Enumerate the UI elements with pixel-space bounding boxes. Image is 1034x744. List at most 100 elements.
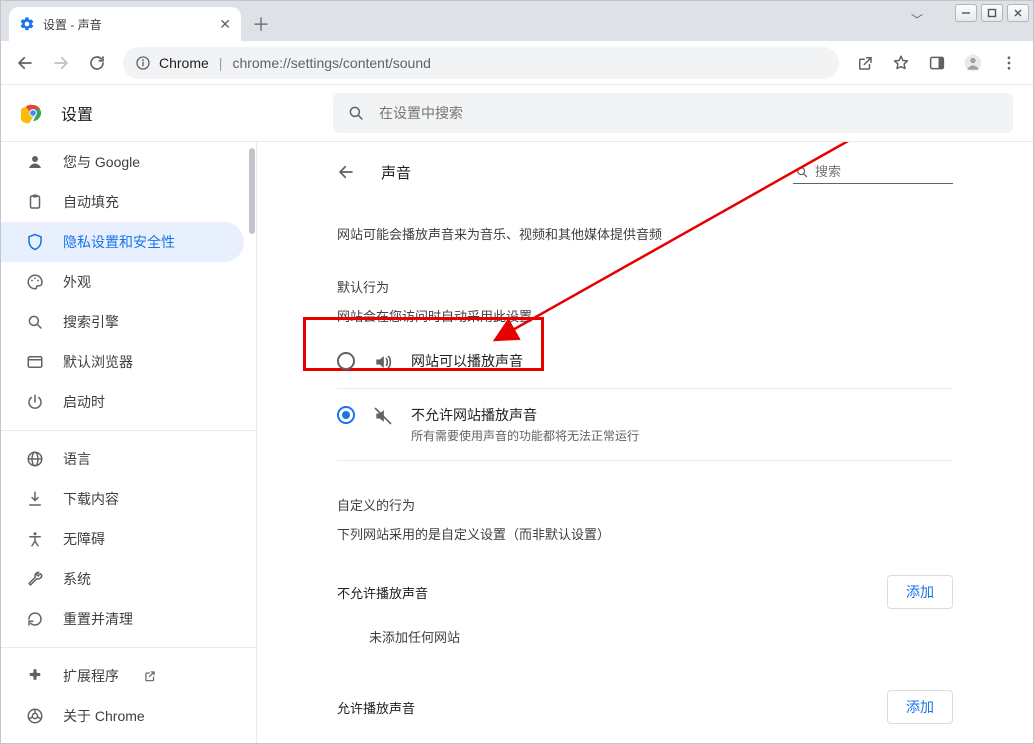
external-link-icon (143, 669, 157, 683)
allow-empty-message: 未添加任何网站 (337, 724, 953, 743)
allow-sound-section-title: 允许播放声音 (337, 698, 415, 717)
bookmark-star-icon[interactable] (885, 47, 917, 79)
page-search-box[interactable] (793, 160, 953, 184)
omnibox-origin: Chrome (159, 55, 209, 71)
sidebar-item-autofill[interactable]: 自动填充 (1, 182, 244, 222)
sidebar-item-languages[interactable]: 语言 (1, 439, 244, 479)
add-blocked-site-button[interactable]: 添加 (887, 575, 953, 609)
page-search-input[interactable] (815, 164, 991, 179)
page-title: 声音 (381, 162, 769, 183)
browser-toolbar: Chrome | chrome://settings/content/sound (1, 41, 1033, 85)
sidebar-item-privacy-security[interactable]: 隐私设置和安全性 (1, 222, 244, 262)
page-back-button[interactable] (337, 163, 357, 181)
chrome-menu-icon[interactable] (993, 47, 1025, 79)
sidebar-item-label: 下载内容 (63, 489, 119, 509)
sidebar-item-search-engine[interactable]: 搜索引擎 (1, 302, 244, 342)
window-minimize-button[interactable] (955, 4, 977, 22)
nav-reload-button[interactable] (81, 47, 113, 79)
window-controls (951, 1, 1033, 25)
default-behavior-title: 默认行为 (337, 277, 953, 296)
reset-icon (25, 610, 45, 628)
browser-window-icon (25, 353, 45, 371)
page-intro-text: 网站可能会播放声音来为音乐、视频和其他媒体提供音频 (337, 224, 953, 243)
settings-app-title: 设置 (61, 101, 93, 125)
person-icon (25, 153, 45, 171)
sidebar-item-default-browser[interactable]: 默认浏览器 (1, 342, 244, 382)
settings-gear-icon (19, 16, 35, 32)
sidebar-item-label: 重置并清理 (63, 609, 133, 629)
sidebar-item-on-startup[interactable]: 启动时 (1, 382, 244, 422)
radio-option-mute-sound[interactable]: 不允许网站播放声音 所有需要使用声音的功能都将无法正常运行 (337, 389, 953, 461)
radio-option-allow-sound[interactable]: 网站可以播放声音 (337, 335, 953, 389)
sidebar-item-accessibility[interactable]: 无障碍 (1, 519, 244, 559)
add-allowed-site-button[interactable]: 添加 (887, 690, 953, 724)
shield-icon (25, 233, 45, 251)
sidebar-item-label: 默认浏览器 (63, 352, 133, 372)
puzzle-icon (25, 667, 45, 685)
clipboard-icon (25, 193, 45, 211)
settings-body: 您与 Google 自动填充 隐私设置和安全性 外观 搜索引擎 默认浏览器 启动… (1, 142, 1033, 743)
sidebar-item-extensions[interactable]: 扩展程序 (1, 656, 244, 696)
allow-sound-section-header: 允许播放声音 添加 (337, 690, 953, 724)
page-header: 声音 (337, 160, 953, 196)
settings-sidebar: 您与 Google 自动填充 隐私设置和安全性 外观 搜索引擎 默认浏览器 启动… (1, 142, 257, 743)
sidebar-item-label: 搜索引擎 (63, 312, 119, 332)
search-icon (25, 313, 45, 331)
chrome-logo-icon (21, 101, 45, 125)
share-button[interactable] (849, 47, 881, 79)
address-bar[interactable]: Chrome | chrome://settings/content/sound (123, 47, 839, 79)
settings-header: 设置 (1, 85, 1033, 142)
settings-search-box[interactable] (333, 93, 1013, 133)
nav-back-button[interactable] (9, 47, 41, 79)
sidebar-item-label: 系统 (63, 569, 91, 589)
search-icon (347, 104, 365, 122)
sidebar-item-label: 启动时 (63, 392, 105, 412)
custom-behavior-subtitle: 下列网站采用的是自定义设置（而非默认设置） (337, 524, 953, 543)
nav-forward-button[interactable] (45, 47, 77, 79)
window-close-button[interactable] (1007, 4, 1029, 22)
radio-sublabel: 所有需要使用声音的功能都将无法正常运行 (411, 427, 639, 444)
custom-behavior-title: 自定义的行为 (337, 495, 953, 514)
omnibox-separator: | (219, 55, 223, 71)
block-sound-section-header: 不允许播放声音 添加 (337, 575, 953, 609)
radio-label: 不允许网站播放声音 (411, 405, 639, 425)
power-icon (25, 393, 45, 411)
wrench-icon (25, 570, 45, 588)
radio-icon[interactable] (337, 352, 355, 370)
sidebar-item-reset[interactable]: 重置并清理 (1, 599, 244, 639)
tab-close-icon[interactable]: ✕ (219, 16, 231, 33)
download-icon (25, 490, 45, 508)
site-info-icon[interactable] (135, 55, 151, 71)
volume-off-icon (373, 406, 393, 426)
tab-title: 设置 - 声音 (43, 16, 211, 33)
sidebar-item-downloads[interactable]: 下载内容 (1, 479, 244, 519)
sidebar-item-label: 外观 (63, 272, 91, 292)
sidebar-divider (1, 430, 256, 431)
sidebar-divider (1, 647, 256, 648)
sidebar-item-label: 关于 Chrome (63, 706, 145, 726)
tab-strip: 设置 - 声音 ✕ ＋ ﹀ (1, 1, 1033, 41)
profile-avatar-icon[interactable] (957, 47, 989, 79)
settings-search-input[interactable] (379, 105, 999, 121)
sidebar-item-about-chrome[interactable]: 关于 Chrome (1, 696, 244, 736)
sidebar-item-system[interactable]: 系统 (1, 559, 244, 599)
browser-tab[interactable]: 设置 - 声音 ✕ (9, 7, 241, 41)
tab-list-chevron-icon[interactable]: ﹀ (911, 11, 923, 28)
sidebar-item-label: 无障碍 (63, 529, 105, 549)
accessibility-icon (25, 530, 45, 548)
settings-main: 声音 网站可能会播放声音来为音乐、视频和其他媒体提供音频 默认行为 网站会在您访… (257, 142, 1033, 743)
sidebar-item-you-and-google[interactable]: 您与 Google (1, 142, 244, 182)
omnibox-path: chrome://settings/content/sound (232, 55, 430, 71)
block-empty-message: 未添加任何网站 (337, 609, 953, 650)
block-sound-section-title: 不允许播放声音 (337, 583, 428, 602)
sidebar-item-label: 扩展程序 (63, 666, 119, 686)
sidebar-item-appearance[interactable]: 外观 (1, 262, 244, 302)
sidebar-item-label: 您与 Google (63, 152, 140, 172)
window-maximize-button[interactable] (981, 4, 1003, 22)
default-behavior-subtitle: 网站会在您访问时自动采用此设置 (337, 306, 953, 325)
radio-icon[interactable] (337, 406, 355, 424)
side-panel-icon[interactable] (921, 47, 953, 79)
sidebar-item-label: 自动填充 (63, 192, 119, 212)
scrollbar-thumb[interactable] (249, 148, 255, 234)
new-tab-button[interactable]: ＋ (247, 10, 275, 38)
